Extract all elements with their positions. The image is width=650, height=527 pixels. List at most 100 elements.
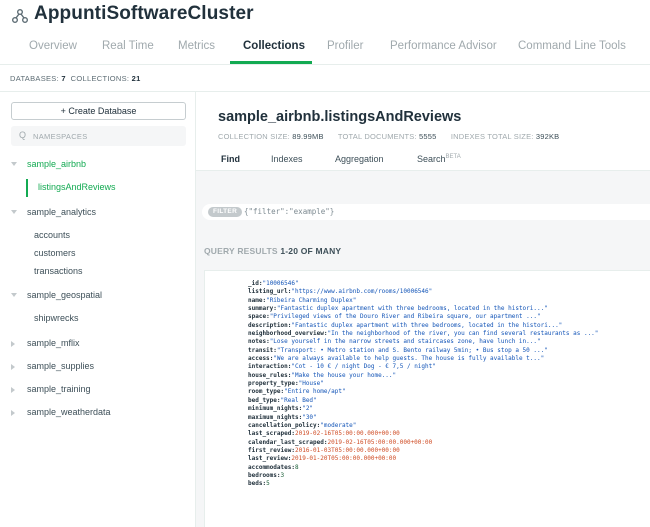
sidebar-db-sample-supplies[interactable]: sample_supplies <box>0 360 196 376</box>
field-key: description <box>248 321 288 329</box>
document-field: beds:5 <box>248 480 270 488</box>
caret-down-icon <box>11 162 17 166</box>
sidebar-db-sample-mflix[interactable]: sample_mflix <box>0 337 196 353</box>
field-key: bedrooms <box>248 471 277 479</box>
field-value: 8 <box>294 463 299 471</box>
subtab-aggregation[interactable]: Aggregation <box>335 154 384 164</box>
field-value: 2019-02-16T05:00:00.000+00:00 <box>294 430 400 438</box>
field-key: notes <box>248 338 267 346</box>
field-value: "Make the house your home..." <box>291 371 397 379</box>
filter-pill: FILTER <box>208 207 243 217</box>
collections-label: COLLECTIONS: <box>70 74 130 83</box>
field-value: "https://www.airbnb.com/rooms/10006546" <box>291 288 433 296</box>
namespace-search[interactable]: Q NAMESPACES <box>11 126 186 146</box>
document-field: property_type:"House" <box>248 380 324 388</box>
caret-right-icon <box>11 387 15 393</box>
db-name: sample_weatherdata <box>27 407 111 417</box>
field-value: "moderate" <box>320 421 357 429</box>
sidebar-db-sample-geospatial[interactable]: sample_geospatial <box>0 289 196 305</box>
document-card[interactable]: _id:"10006546" listing_url:"https://www.a… <box>204 270 650 527</box>
field-value: "2" <box>302 405 314 413</box>
field-value: 2019-02-16T05:00:00.000+00:00 <box>327 438 433 446</box>
db-name: sample_geospatial <box>27 290 103 300</box>
sidebar-db-sample-analytics[interactable]: sample_analytics <box>0 206 196 222</box>
namespace-title: sample_airbnb.listingsAndReviews <box>218 109 462 125</box>
tab-metrics[interactable]: Metrics <box>178 40 215 52</box>
tab-command-line-tools[interactable]: Command Line Tools <box>518 40 626 52</box>
document-field: room_type:"Entire home/apt" <box>248 388 346 396</box>
databases-count: 7 <box>61 74 66 83</box>
caret-right-icon <box>11 410 15 416</box>
document-field: calendar_last_scraped:2019-02-16T05:00:0… <box>248 438 433 446</box>
field-value: "Lose yourself in the narrow streets and… <box>269 338 541 346</box>
field-key: _id <box>248 280 259 287</box>
tab-collections[interactable]: Collections <box>243 40 305 52</box>
collection-size-label: COLLECTION SIZE: <box>218 132 290 141</box>
field-value: "Privileged views of the Douro River and… <box>269 313 541 321</box>
tab-performance-advisor[interactable]: Performance Advisor <box>390 40 497 52</box>
field-key: neighborhood_overview <box>248 330 324 338</box>
field-value: "Fantastic duplex apartment with three b… <box>276 305 548 313</box>
collection-name: shipwrecks <box>34 313 79 323</box>
sidebar-collection-shipwrecks[interactable]: shipwrecks <box>0 312 196 328</box>
document-fields: _id:"10006546" listing_url:"https://www.a… <box>248 280 598 489</box>
filter-input[interactable]: FILTER {"filter":"example"} <box>202 204 650 220</box>
db-name: sample_mflix <box>27 338 80 348</box>
search-icon: Q <box>19 130 27 140</box>
sidebar-collection-customers[interactable]: customers <box>0 247 196 263</box>
cluster-title: AppuntiSoftwareCluster <box>34 3 254 24</box>
tab-overview[interactable]: Overview <box>29 40 77 52</box>
document-field: description:"Fantastic duplex apartment … <box>248 321 563 329</box>
db-name: sample_airbnb <box>27 159 87 169</box>
field-key: interaction <box>248 363 288 371</box>
subtab-find[interactable]: Find <box>221 154 240 164</box>
db-name: sample_training <box>27 384 91 394</box>
field-value: "Transport: • Metro station and S. Bento… <box>276 346 548 354</box>
document-field: name:"Ribeira Charming Duplex" <box>248 296 357 304</box>
db-name: sample_supplies <box>27 361 95 371</box>
results-range: 1-20 OF MANY <box>280 246 342 256</box>
sidebar-db-sample-training[interactable]: sample_training <box>0 383 196 399</box>
field-value: "Entire home/apt" <box>284 388 346 396</box>
results-area: QUERY RESULTS 1-20 OF MANY _id:"10006546… <box>196 240 650 527</box>
caret-down-icon <box>11 210 17 214</box>
document-field: neighborhood_overview:"In the neighborho… <box>248 330 599 338</box>
field-value: "Ribeira Charming Duplex" <box>266 296 357 304</box>
sidebar-collection-listingsandreviews[interactable]: listingsAndReviews <box>26 179 196 197</box>
field-key: transit <box>248 346 274 354</box>
document-field: interaction:"Cot - 10 € / night Dog - € … <box>248 363 436 371</box>
field-value: "In the neighborhood of the river, you c… <box>327 330 599 338</box>
sidebar-collection-transactions[interactable]: transactions <box>0 265 196 281</box>
database-stats-bar: DATABASES: 7 COLLECTIONS: 21 <box>0 64 650 92</box>
subtab-search[interactable]: SearchBETA <box>417 154 461 164</box>
tab-real-time[interactable]: Real Time <box>102 40 154 52</box>
caret-right-icon <box>11 341 15 347</box>
indexes-size-label: INDEXES TOTAL SIZE: <box>450 132 534 141</box>
field-key: first_review <box>248 446 292 454</box>
sidebar-collection-accounts[interactable]: accounts <box>0 229 196 245</box>
subtab-indexes[interactable]: Indexes <box>271 154 303 164</box>
create-database-button[interactable]: + Create Database <box>11 102 186 120</box>
field-key: maximum_nights <box>248 413 299 421</box>
tab-profiler[interactable]: Profiler <box>327 40 363 52</box>
sidebar-db-sample-weatherdata[interactable]: sample_weatherdata <box>0 406 196 422</box>
total-documents-value: 5555 <box>419 132 437 141</box>
document-field: first_review:2016-01-03T05:00:00.000+00:… <box>248 446 400 454</box>
indexes-size-value: 392KB <box>535 132 560 141</box>
main-panel: sample_airbnb.listingsAndReviews COLLECT… <box>196 92 650 527</box>
field-key: minimum_nights <box>248 405 299 413</box>
field-key: summary <box>248 305 274 313</box>
query-results-label: QUERY RESULTS 1-20 OF MANY <box>204 246 341 256</box>
field-key: cancellation_policy <box>248 421 317 429</box>
collection-name: customers <box>34 248 76 258</box>
document-field: transit:"Transport: • Metro station and … <box>248 346 548 354</box>
field-value: "Real Bed" <box>280 396 317 404</box>
field-key: last_review <box>248 455 288 463</box>
database-stats: DATABASES: 7 COLLECTIONS: 21 <box>10 74 141 83</box>
field-value: "Fantastic duplex apartment with three b… <box>291 321 563 329</box>
document-field: summary:"Fantastic duplex apartment with… <box>248 305 548 313</box>
field-key: calendar_last_scraped <box>248 438 324 446</box>
collection-stats: COLLECTION SIZE: 89.99MB TOTAL DOCUMENTS… <box>218 132 559 141</box>
sidebar-db-sample-airbnb[interactable]: sample_airbnb <box>0 158 196 174</box>
document-field: last_review:2019-01-20T05:00:00.000+00:0… <box>248 455 397 463</box>
